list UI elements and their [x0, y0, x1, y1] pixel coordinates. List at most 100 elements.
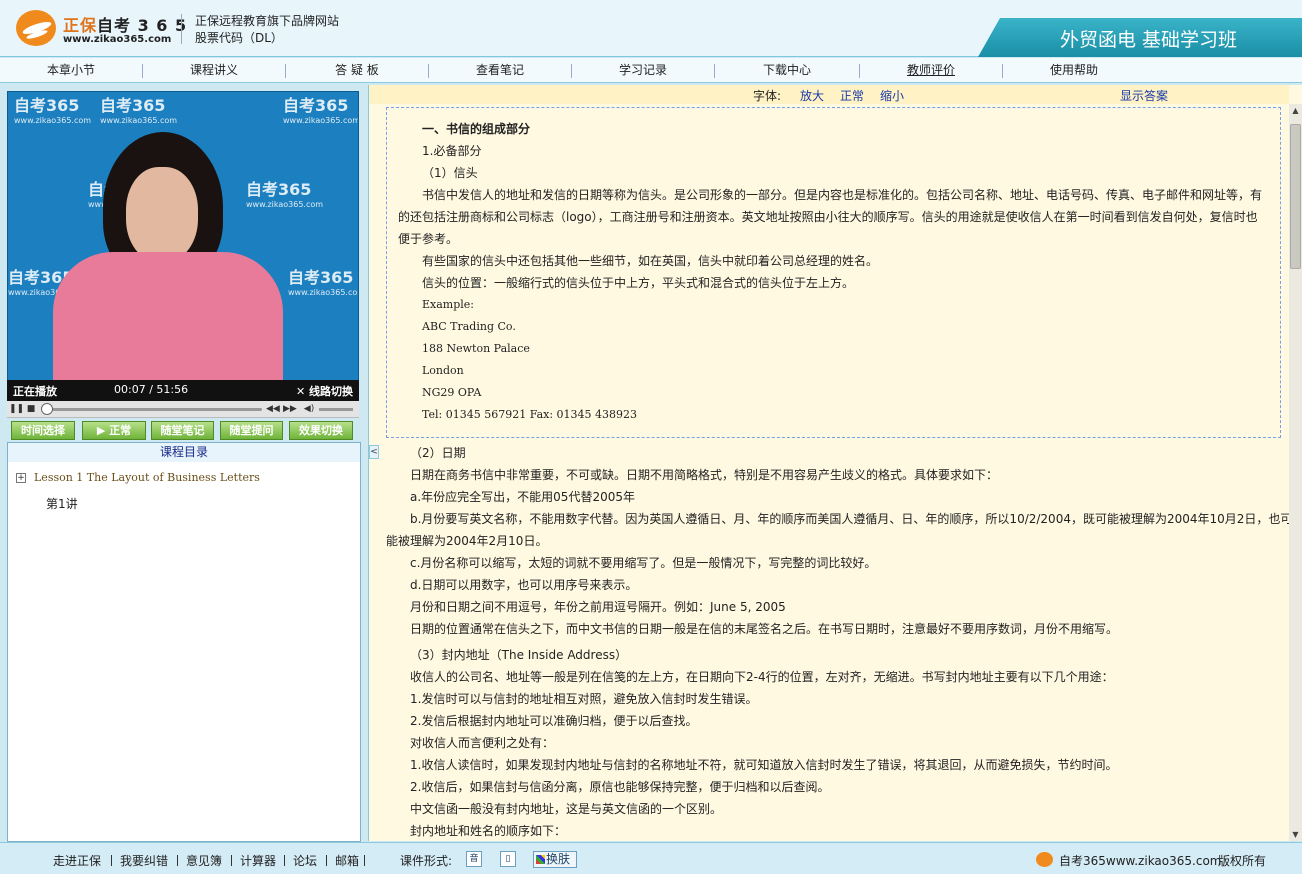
footer-separator — [177, 855, 178, 866]
watermark-text: 自考365 — [100, 96, 166, 115]
brand-name-text: 自考 3 6 5 — [97, 16, 188, 35]
nav-teacher-evaluation[interactable]: 教师评价 — [860, 58, 1002, 82]
toc-title: 课程目录 — [7, 442, 361, 463]
nav-lecture-notes[interactable]: 课程讲义 — [143, 58, 285, 82]
watermark-logo: 自考365www.zikao365.com — [246, 176, 323, 209]
nav-chapter-summary[interactable]: 本章小节 — [0, 58, 142, 82]
toc-sub-item[interactable]: 第1讲 — [46, 495, 78, 512]
footer-separator — [326, 855, 327, 866]
watermark-logo: 自考365www.zikao365.com — [100, 92, 177, 125]
expand-icon[interactable]: + — [16, 473, 26, 483]
playing-status: 正在播放 — [13, 385, 57, 398]
skin-button[interactable]: 换肤 — [533, 851, 577, 868]
collapse-panel-icon[interactable]: < — [369, 445, 379, 459]
font-larger-link[interactable]: 放大 — [800, 87, 824, 104]
content-line: 2.发信后根据封内地址可以准确归档，便于以后查找。 — [410, 714, 698, 728]
zikao-logo-icon — [16, 10, 56, 46]
nav-study-record[interactable]: 学习记录 — [572, 58, 714, 82]
watermark-text: 自考365 — [288, 268, 354, 287]
content-line: 收信人的公司名、地址等一般是列在信笺的左上方，在日期向下2-4行的位置，左对齐，… — [410, 670, 1114, 684]
pause-icon[interactable]: ❚❚ — [9, 403, 24, 415]
content-scrollbar[interactable]: ▲ ▼ — [1289, 104, 1302, 841]
watermark-logo: 自考365www.zikao365.com — [14, 92, 91, 125]
content-line: 日期在商务书信中非常重要，不可或缺。日期不用简略格式，特别是不用容易产生歧义的格… — [410, 468, 999, 482]
content-line: （2）日期 — [410, 446, 466, 460]
content-line: （3）封内地址（The Inside Address） — [410, 648, 628, 662]
footer-forum-link[interactable]: 论坛 — [293, 852, 317, 869]
footer-separator — [111, 855, 112, 866]
footer-mail-link[interactable]: 邮箱 — [335, 852, 359, 869]
forward-icon[interactable]: ▶▶ — [283, 403, 297, 415]
content-line: 月份和日期之间不用逗号，年份之前用逗号隔开。例如：June 5, 2005 — [410, 600, 786, 614]
toc-lesson-item[interactable]: Lesson 1 The Layout of Business Letters — [34, 471, 260, 484]
footer-separator — [231, 855, 232, 866]
rewind-icon[interactable]: ◀◀ — [266, 403, 280, 415]
font-normal-link[interactable]: 正常 — [840, 87, 864, 104]
content-line: 1.收信人读信时，如果发现封内地址与信封的名称地址不符，就可知道放入信封时发生了… — [410, 758, 1118, 772]
font-bar: 字体: 放大 正常 缩小 显示答案 — [369, 85, 1289, 104]
watermark-logo: 自考365www.zikao365.com — [288, 264, 359, 297]
nav-qa-board[interactable]: 答 疑 板 — [286, 58, 428, 82]
presenter-body — [53, 252, 283, 380]
content-line: 能被理解为2004年2月10日。 — [386, 534, 548, 548]
palette-icon — [536, 855, 545, 864]
content-line: NG29 OPA — [422, 386, 482, 399]
content-line: 的还包括注册商标和公司标志（logo），工商注册号和注册资本。英文地址按照由小往… — [398, 210, 1258, 224]
scroll-down-icon[interactable]: ▼ — [1289, 828, 1302, 841]
scrollbar-thumb[interactable] — [1290, 124, 1301, 269]
header: 正保自考 3 6 5 www.zikao365.com 正保远程教育旗下品牌网站… — [0, 0, 1302, 57]
content-line: 对收信人而言便利之处有： — [410, 736, 555, 750]
font-smaller-link[interactable]: 缩小 — [880, 87, 904, 104]
watermark-url: www.zikao365.com — [288, 288, 359, 297]
seek-bar[interactable] — [47, 408, 262, 411]
audio-mode-icon[interactable]: 音 — [466, 851, 482, 867]
effect-switch-button[interactable]: 效果切换 — [289, 421, 353, 440]
content-line: ABC Trading Co. — [422, 320, 516, 333]
footer-separator — [364, 855, 365, 866]
skin-label: 换肤 — [546, 852, 571, 866]
nav-view-notes[interactable]: 查看笔记 — [429, 58, 571, 82]
content-line: 信头的位置：一般缩行式的信头位于中上方，平头式和混合式的信头位于左上方。 — [422, 276, 855, 290]
section-heading: 一、书信的组成部分 — [422, 122, 531, 136]
brand-name: 正保自考 3 6 5 — [63, 12, 187, 36]
content-line: 书信中发信人的地址和发信的日期等称为信头。是公司形象的一部分。但是内容也是标准化… — [422, 188, 1263, 202]
show-answer-link[interactable]: 显示答案 — [1120, 87, 1168, 104]
watermark-text: 自考365 — [14, 96, 80, 115]
video-status-bar: 正在播放 00:07 / 51:56 ✕ 线路切换 — [7, 380, 359, 401]
footer-about-link[interactable]: 走进正保 — [53, 852, 101, 869]
volume-icon[interactable]: ◀) — [303, 403, 315, 415]
video-player[interactable]: 自考365 www.zikao365.com 自考365 www.zikao365.… — [7, 91, 359, 381]
content-line: 日期的位置通常在信头之下，而中文书信的日期一般是在信的末尾签名之后。在书写日期时… — [410, 622, 1119, 636]
content-line: London — [422, 364, 464, 377]
line-switch[interactable]: ✕ 线路切换 — [296, 383, 353, 399]
stop-icon[interactable]: ■ — [25, 403, 37, 415]
video-button-row: 时间选择 ▶ 正常 随堂笔记 随堂提问 效果切换 — [7, 420, 359, 442]
class-notes-button[interactable]: 随堂笔记 — [151, 421, 214, 440]
footer: 走进正保 我要纠错 意见簿 计算器 论坛 邮箱 课件形式: 音 ▯ 换肤 自考3… — [0, 842, 1302, 874]
footer-report-error-link[interactable]: 我要纠错 — [120, 852, 168, 869]
brand-url: www.zikao365.com — [63, 34, 172, 45]
layout-mode-icon[interactable]: ▯ — [500, 851, 516, 867]
watermark-url: www.zikao365.com — [14, 116, 92, 125]
slogan-line2: 股票代码（DL） — [195, 31, 283, 45]
slogan-line1: 正保远程教育旗下品牌网站 — [195, 14, 340, 28]
seek-handle[interactable] — [41, 403, 54, 415]
content-line: 188 Newton Palace — [422, 342, 530, 355]
time-select-button[interactable]: 时间选择 — [11, 421, 75, 440]
course-title: 外贸函电 基础学习班 — [1060, 29, 1238, 51]
nav-download-center[interactable]: 下载中心 — [715, 58, 859, 82]
scroll-up-icon[interactable]: ▲ — [1289, 104, 1302, 117]
nav-help[interactable]: 使用帮助 — [1003, 58, 1145, 82]
footer-feedback-link[interactable]: 意见簿 — [186, 852, 222, 869]
volume-slider[interactable] — [319, 408, 353, 411]
font-label: 字体: — [753, 89, 782, 103]
content-line: 2.收信后，如果信封与信函分离，原信也能够保持完整，便于归档和以后查阅。 — [410, 780, 830, 794]
normal-speed-button[interactable]: ▶ 正常 — [82, 421, 146, 440]
footer-calculator-link[interactable]: 计算器 — [240, 852, 276, 869]
footer-separator — [284, 855, 285, 866]
content-line: c.月份名称可以缩写，太短的词就不要用缩写了。但是一般情况下，写完整的词比较好。 — [410, 556, 877, 570]
content-line: 1.发信时可以与信封的地址相互对照，避免放入信封时发生错误。 — [410, 692, 758, 706]
footer-site-link[interactable]: 自考365www.zikao365.com — [1059, 852, 1221, 869]
class-question-button[interactable]: 随堂提问 — [220, 421, 283, 440]
toc-panel: + Lesson 1 The Layout of Business Letter… — [7, 462, 361, 842]
